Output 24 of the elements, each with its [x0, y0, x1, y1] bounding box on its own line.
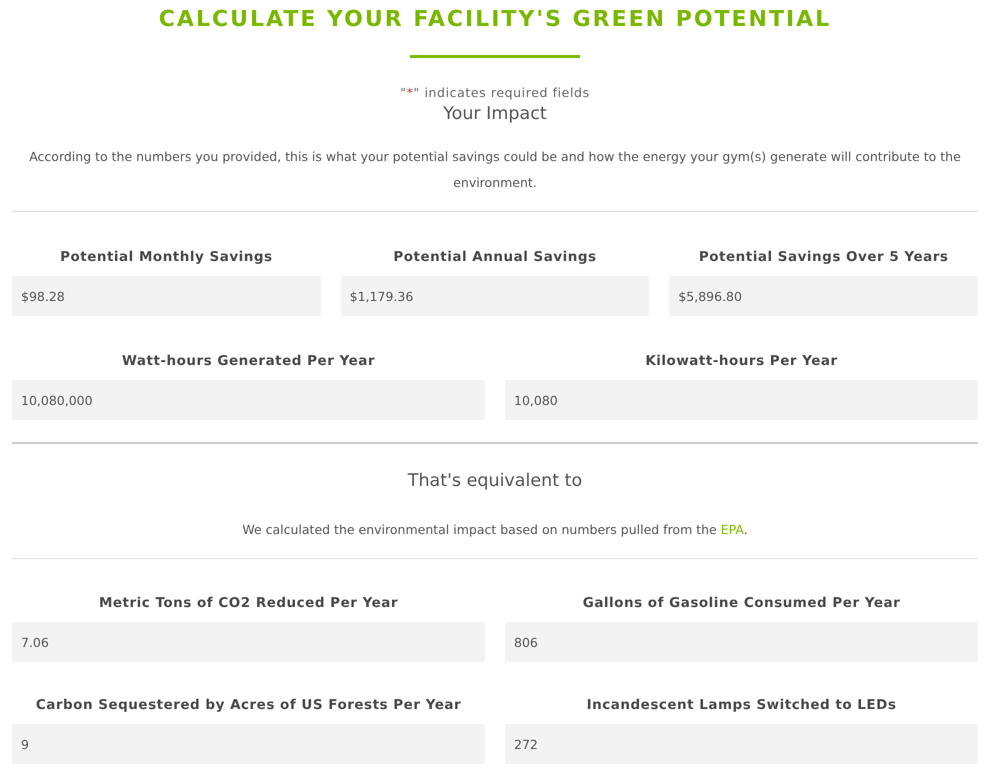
output-field[interactable]: $5,896.80 [669, 276, 978, 316]
source-note: We calculated the environmental impact based on numbers pulled from the EPA. [241, 521, 749, 539]
field-label: Gallons of Gasoline Consumed Per Year [582, 595, 902, 613]
field-label: Potential Monthly Savings [59, 249, 274, 267]
output-field[interactable]: 7.06 [12, 622, 485, 662]
section-heading: That's equivalent to [406, 471, 584, 491]
field-label: Metric Tons of CO2 Reduced Per Year [98, 595, 400, 613]
required-note: "*" indicates required fields [399, 85, 591, 100]
field-label: Potential Annual Savings [392, 249, 598, 267]
impact-description: According to the numbers you provided, this is what your potential savings could be and how the energy your gym(s) generate will contribute to the environment. [28, 148, 962, 192]
output-field[interactable]: $98.28 [12, 276, 321, 316]
output-field[interactable]: 10,080 [505, 380, 978, 420]
field-label: Potential Savings Over 5 Years [698, 249, 950, 267]
field-label: Incandescent Lamps Switched to LEDs [586, 697, 898, 715]
field-label: Kilowatt-hours Per Year [644, 353, 839, 371]
field-label: Watt-hours Generated Per Year [120, 353, 376, 371]
output-field[interactable]: 806 [505, 622, 978, 662]
field-label: Carbon Sequestered by Acres of US Forests Per Year [34, 697, 462, 715]
output-field[interactable]: 272 [505, 724, 978, 764]
section-heading: Your Impact [442, 104, 548, 124]
output-field[interactable]: 9 [12, 724, 485, 764]
output-field[interactable]: 10,080,000 [12, 380, 485, 420]
page-title: CALCULATE YOUR FACILITY'S GREEN POTENTIAL [158, 7, 832, 34]
output-field[interactable]: $1,179.36 [340, 276, 650, 316]
